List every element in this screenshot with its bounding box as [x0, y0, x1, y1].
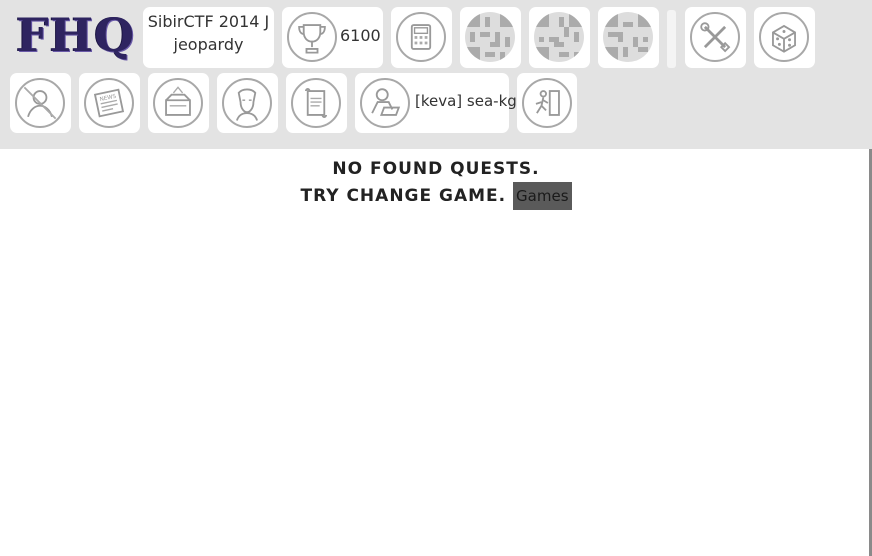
dice-icon: [759, 12, 809, 62]
score-button[interactable]: 6100: [282, 7, 383, 68]
user-computer-icon: [360, 78, 410, 128]
qr-button-2[interactable]: [529, 7, 590, 68]
settings-button[interactable]: [685, 7, 746, 68]
message-line-2-text: TRY CHANGE GAME.: [300, 186, 507, 206]
qr-code-icon: [534, 12, 584, 62]
message-line-2: TRY CHANGE GAME. Games: [0, 182, 872, 210]
exit-icon: [522, 78, 572, 128]
current-game-button[interactable]: SibirCTF 2014 J jeopardy: [143, 7, 274, 68]
news-icon: NEWS: [84, 78, 134, 128]
qr-code-icon: [603, 12, 653, 62]
current-user-button[interactable]: [keva] sea-kg: [355, 73, 517, 133]
fhq-logo[interactable]: FHQ: [16, 8, 135, 62]
game-title-line2: jeopardy: [173, 35, 244, 54]
random-quest-button[interactable]: [754, 7, 815, 68]
rules-button[interactable]: [286, 73, 347, 133]
toolbar-separator: [667, 10, 676, 68]
score-value: 6100: [340, 26, 381, 45]
feedback-icon: [153, 78, 203, 128]
qr-code-icon: [465, 12, 515, 62]
tools-icon: [690, 12, 740, 62]
rules-icon: [291, 78, 341, 128]
qr-button-1[interactable]: [460, 7, 521, 68]
user-icon: [15, 78, 65, 128]
top-toolbar: FHQ SibirCTF 2014 J jeopardy 6100 NEWS […: [0, 0, 872, 149]
face-icon: [222, 78, 272, 128]
empty-quests-message: NO FOUND QUESTS. TRY CHANGE GAME. Games: [0, 156, 872, 210]
calculator-button[interactable]: [391, 7, 452, 68]
qr-button-3[interactable]: [598, 7, 659, 68]
news-button[interactable]: NEWS: [79, 73, 140, 133]
user-button[interactable]: [10, 73, 71, 133]
games-link[interactable]: Games: [513, 182, 572, 210]
trophy-icon: [287, 12, 337, 62]
message-line-1: NO FOUND QUESTS.: [332, 159, 540, 179]
current-user-label: [keva] sea-kg: [415, 92, 517, 110]
logout-button[interactable]: [517, 73, 577, 133]
feedback-button[interactable]: [148, 73, 209, 133]
game-title-line1: SibirCTF 2014 J: [147, 12, 270, 31]
calculator-icon: [396, 12, 446, 62]
profile-button[interactable]: [217, 73, 278, 133]
